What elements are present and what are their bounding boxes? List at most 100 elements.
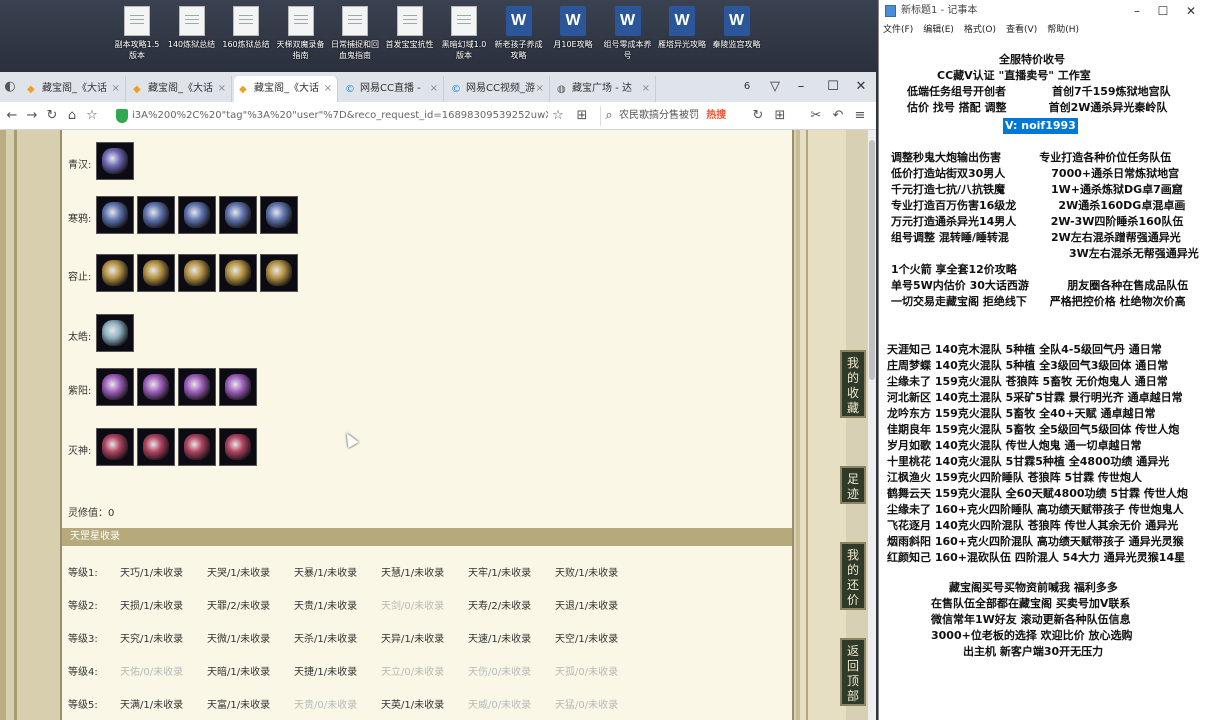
notepad-maximize-button[interactable]: ☐: [1149, 0, 1177, 22]
item-slot-icon[interactable]: [96, 196, 134, 234]
tab-label: 网易CC视频_游: [466, 83, 535, 94]
home-icon[interactable]: ⌂: [62, 106, 82, 126]
text-file-icon: [287, 6, 314, 36]
text-line: 烟雨斜阳 160+克火四阶混队 高功绩天赋带孩子 通异光灵猴: [887, 535, 1184, 548]
menu-icon[interactable]: ≡: [850, 106, 870, 126]
item-slot-icon[interactable]: [137, 428, 175, 466]
desktop-icon[interactable]: 首发宝宝抗性: [385, 6, 435, 50]
favorite-star-icon[interactable]: ☆: [548, 106, 568, 126]
scissors-icon[interactable]: ✂: [806, 106, 826, 126]
item-slot-icon[interactable]: [219, 254, 257, 292]
notepad-menu-item[interactable]: 帮助(H): [1047, 25, 1079, 35]
scrollbar[interactable]: [868, 130, 876, 720]
star-collection-cell: 天微/1/未收录: [207, 634, 271, 645]
scrollbar-thumb[interactable]: [869, 140, 875, 380]
notepad-close-button[interactable]: ✕: [1177, 0, 1205, 22]
item-slot-icon[interactable]: [96, 142, 134, 180]
item-slot-icon[interactable]: [178, 196, 216, 234]
tab-close-icon[interactable]: ×: [642, 76, 650, 102]
notepad-menu-item[interactable]: 文件(F): [883, 25, 913, 35]
text-line: 尘缘未了 160+克火四阶睡队 高功绩天赋带孩子 传世炮鬼人: [887, 503, 1184, 516]
item-slot-icon[interactable]: [96, 254, 134, 292]
side-button[interactable]: 返 回 顶 部: [840, 638, 866, 706]
extension-icon[interactable]: ⊞: [572, 106, 592, 126]
desktop-icon[interactable]: W 雁塔异光攻略: [657, 6, 707, 50]
star-collection-cell: 天孤/0/未收录: [555, 667, 619, 678]
desktop-icon[interactable]: 副本攻略1.5版本: [112, 6, 162, 61]
tab-close-icon[interactable]: ×: [218, 76, 226, 102]
text-file-icon: [233, 6, 259, 36]
item-slot-icon[interactable]: [96, 314, 134, 352]
item-slot-icon[interactable]: [137, 254, 175, 292]
side-button-label: 我 的 还 价: [846, 548, 859, 607]
side-button[interactable]: 我 的 还 价: [840, 542, 866, 610]
tab-close-icon[interactable]: ×: [536, 76, 544, 102]
sync-icon[interactable]: ↻: [748, 106, 768, 126]
item-slot-icon[interactable]: [137, 368, 175, 406]
notepad-menu-item[interactable]: 查看(V): [1006, 25, 1037, 35]
item-slot-icon[interactable]: [96, 368, 134, 406]
notepad-menu-item[interactable]: 编辑(E): [923, 25, 954, 35]
hot-search-badge[interactable]: 热搜: [706, 110, 726, 121]
forward-icon[interactable]: →: [22, 106, 42, 126]
back-icon[interactable]: ←: [2, 106, 22, 126]
browser-tab[interactable]: © 网易CC视频_游 ×: [446, 76, 550, 102]
text-line: 岁月如歌 140克火混队 传世人炮鬼 通一切卓越日常: [887, 439, 1142, 452]
tab-close-icon[interactable]: ×: [112, 76, 120, 102]
text-line: 飞花逐月 140克火四阶混队 苍狼阵 传世人其余无价 通异光: [887, 519, 1179, 532]
bookmark-star-icon[interactable]: ☆: [82, 106, 102, 126]
item-slot-icon[interactable]: [260, 254, 298, 292]
undo-icon[interactable]: ↶: [828, 106, 848, 126]
item-slot-icon[interactable]: [260, 196, 298, 234]
side-button[interactable]: 足 迹: [840, 466, 866, 504]
browser-tab[interactable]: © 网易CC直播 - ×: [340, 76, 444, 102]
item-slot-icon[interactable]: [219, 368, 257, 406]
desktop-icon[interactable]: 160炼狱总结: [221, 6, 271, 50]
browser-tab[interactable]: ◆ 藏宝阁_《大话 ×: [234, 76, 338, 102]
word-document-icon: W: [560, 6, 586, 36]
desktop-icon[interactable]: W 组号零成本养号: [603, 6, 653, 61]
desktop-icon[interactable]: 天梯双魔录备指南: [276, 6, 326, 61]
browser-logo-icon[interactable]: ◐: [0, 77, 20, 97]
item-slot-icon[interactable]: [178, 428, 216, 466]
notepad-text-area[interactable]: 全服特价收号 CC藏V认证 "直播卖号" 工作室 低端任务组号开创者 首创7千159…: [879, 40, 1208, 720]
apps-grid-icon[interactable]: ⊞: [770, 106, 790, 126]
item-slot-icon[interactable]: [96, 428, 134, 466]
desktop-icon[interactable]: W 月10E攻略: [548, 6, 598, 50]
item-slot-icon[interactable]: [137, 196, 175, 234]
tab-close-icon[interactable]: ×: [324, 76, 332, 102]
item-slot-icon[interactable]: [178, 368, 216, 406]
search-input[interactable]: ⌕ 农民歌搞分售被罚 热搜: [600, 106, 740, 126]
star-collection-cell: 天牢/1/未收录: [468, 568, 532, 579]
text-line: 专业打造百万伤害16级龙 2W通杀160DG卓混卓画: [891, 199, 1186, 212]
maximize-button[interactable]: ☐: [820, 72, 846, 102]
desktop-icon[interactable]: W 新老孩子养成攻略: [494, 6, 544, 61]
text-line: 鹤舞云天 159克火混队 全60天赋4800功绩 5甘霖 传世人炮: [887, 487, 1188, 500]
text-line: 调整秒鬼大炮输出伤害 专业打造各种价位任务队伍: [891, 151, 1172, 164]
text-line: 组号调整 混转睡/睡转混 2W左右混杀蹭帮强通异光: [891, 231, 1181, 244]
desktop-icon[interactable]: 140炼狱总结: [167, 6, 217, 50]
shirt-icon[interactable]: ▽: [762, 72, 788, 102]
item-slot-icon[interactable]: [219, 196, 257, 234]
url-input[interactable]: i3A%200%2C%20"tag"%3A%20"user"%7D&reco_r…: [112, 106, 548, 126]
desktop-icon[interactable]: 黑暗幻域1.0版本: [439, 6, 489, 61]
notepad-minimize-button[interactable]: –: [1123, 0, 1151, 22]
notepad-titlebar: 新标题1 - 记事本 – ☐ ✕: [879, 0, 1208, 22]
item-slot-icon[interactable]: [178, 254, 216, 292]
desktop-icon[interactable]: W 秦陵监宫攻略: [712, 6, 762, 50]
level-label: 等级3:: [68, 634, 98, 645]
side-button[interactable]: 我 的 收 藏: [840, 350, 866, 418]
close-button[interactable]: ✕: [848, 72, 874, 102]
treasure-icon: ◆: [133, 84, 141, 95]
tab-count-badge[interactable]: 6: [734, 72, 760, 102]
item-slot-icon[interactable]: [219, 428, 257, 466]
browser-tab[interactable]: ◆ 藏宝阁_《大话 ×: [128, 76, 232, 102]
browser-tab[interactable]: ◍ 藏宝广场 - 达 ×: [552, 76, 656, 102]
refresh-icon[interactable]: ↻: [42, 106, 62, 126]
minimize-button[interactable]: –: [788, 72, 814, 102]
browser-tab[interactable]: ◆ 藏宝阁_《大话 ×: [22, 76, 126, 102]
desktop-icon[interactable]: 日常捕捉和回血鬼指南: [330, 6, 380, 61]
notepad-menu-item[interactable]: 格式(O): [964, 25, 996, 35]
tab-close-icon[interactable]: ×: [430, 76, 438, 102]
left-border-decoration: [0, 130, 60, 720]
